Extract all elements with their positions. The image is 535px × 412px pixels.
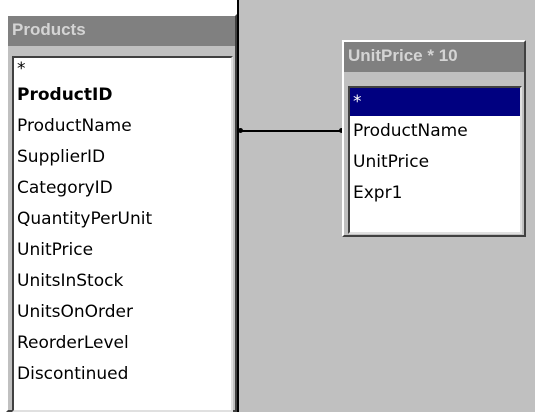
products-field-discontinued[interactable]: Discontinued: [14, 359, 231, 390]
query-field-productname[interactable]: ProductName: [350, 116, 520, 147]
products-field-unitprice[interactable]: UnitPrice: [14, 235, 231, 266]
join-line[interactable]: [237, 130, 342, 132]
products-field-quantityperunit[interactable]: QuantityPerUnit: [14, 204, 231, 235]
products-field-unitsinstock[interactable]: UnitsInStock: [14, 266, 231, 297]
products-field-productname[interactable]: ProductName: [14, 111, 231, 142]
unitprice-query-field-listbox[interactable]: * ProductName UnitPrice Expr1: [348, 86, 522, 234]
products-field-supplierid[interactable]: SupplierID: [14, 142, 231, 173]
products-field-categoryid[interactable]: CategoryID: [14, 173, 231, 204]
join-line-start-dot: [238, 128, 243, 133]
products-field-list[interactable]: Products * ProductID ProductName Supplie…: [6, 14, 237, 412]
products-field-all[interactable]: *: [14, 58, 231, 80]
query-field-unitprice[interactable]: UnitPrice: [350, 147, 520, 178]
products-field-listbox[interactable]: * ProductID ProductName SupplierID Categ…: [12, 56, 233, 412]
unitprice-query-title-bar[interactable]: UnitPrice * 10: [344, 42, 524, 72]
products-field-reorderlevel[interactable]: ReorderLevel: [14, 328, 231, 359]
products-field-productid[interactable]: ProductID: [14, 80, 231, 111]
products-field-unitsonorder[interactable]: UnitsOnOrder: [14, 297, 231, 328]
query-field-all-selected[interactable]: *: [350, 88, 520, 116]
query-field-expr1[interactable]: Expr1: [350, 178, 520, 209]
products-title-bar[interactable]: Products: [8, 16, 235, 46]
unitprice-query-field-list[interactable]: UnitPrice * 10 * ProductName UnitPrice E…: [342, 40, 526, 237]
